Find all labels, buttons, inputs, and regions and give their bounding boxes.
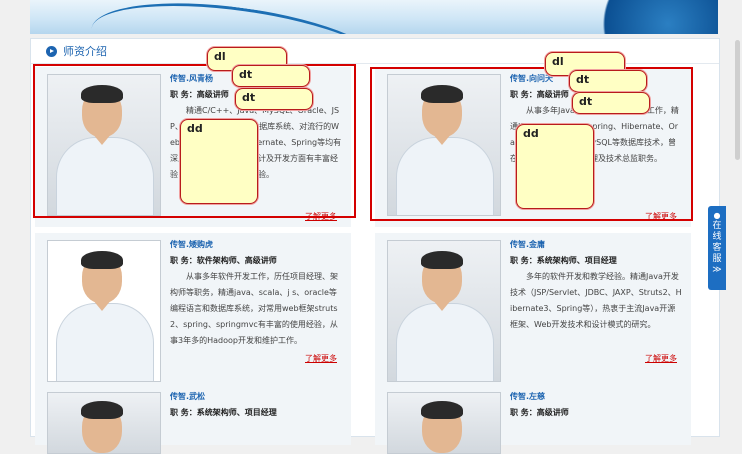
teacher-card: 传智.矮购虎 职 务：软件架构师、高级讲师 从事多年软件开发工作，历任项目经理、… (35, 233, 351, 393)
tag-label-dt: dt (235, 88, 313, 110)
banner-swoosh (85, 0, 395, 34)
teacher-name[interactable]: 传智.矮购虎 (170, 237, 342, 253)
top-banner (30, 0, 718, 34)
learn-more-link[interactable]: 了解更多 (305, 353, 337, 364)
teacher-card: 传智.金庸 职 务：系统架构师、项目经理 多年的软件开发和教学经验。精通Java… (375, 233, 691, 393)
learn-more-link[interactable]: 了解更多 (645, 353, 677, 364)
tag-label-dd: dd (180, 119, 258, 204)
teacher-role: 职 务：软件架构师、高级讲师 (170, 256, 277, 265)
teacher-role: 职 务：系统架构师、项目经理 (170, 408, 277, 417)
teacher-name[interactable]: 传智.武松 (170, 389, 342, 405)
tag-label-dt: dt (232, 65, 310, 87)
expand-arrow-icon: ≫ (712, 265, 722, 275)
teacher-card: 传智.左慈 职 务：高级讲师 (375, 385, 691, 454)
teacher-photo[interactable] (47, 240, 161, 382)
chat-icon: ● (713, 211, 721, 220)
scrollbar-thumb[interactable] (735, 40, 740, 160)
teacher-name[interactable]: 传智.左慈 (510, 389, 682, 405)
teacher-photo[interactable] (387, 240, 501, 382)
teacher-name[interactable]: 传智.金庸 (510, 237, 682, 253)
teacher-desc: 多年的软件开发和教学经验。精通Java开发技术（JSP/Servlet、JDBC… (510, 272, 682, 329)
tag-label-dt: dt (572, 92, 650, 114)
online-service-label: 在线客服 (712, 221, 722, 264)
play-icon (46, 46, 57, 57)
teacher-role: 职 务：高级讲师 (510, 408, 569, 417)
banner-globe (578, 0, 718, 34)
teacher-desc: 从事多年软件开发工作，历任项目经理、架构师等职务，精通java、scala、j … (170, 272, 338, 345)
online-service-button[interactable]: ● 在线客服 ≫ (708, 206, 726, 290)
teacher-role: 职 务：系统架构师、项目经理 (510, 256, 617, 265)
tag-label-dd: dd (516, 124, 594, 209)
teacher-photo[interactable] (387, 392, 501, 454)
teacher-card: 传智.武松 职 务：系统架构师、项目经理 (35, 385, 351, 454)
tag-label-dt: dt (569, 70, 647, 92)
teacher-photo[interactable] (47, 392, 161, 454)
section-title: 师资介绍 (63, 45, 107, 58)
page-scrollbar[interactable] (733, 0, 742, 435)
